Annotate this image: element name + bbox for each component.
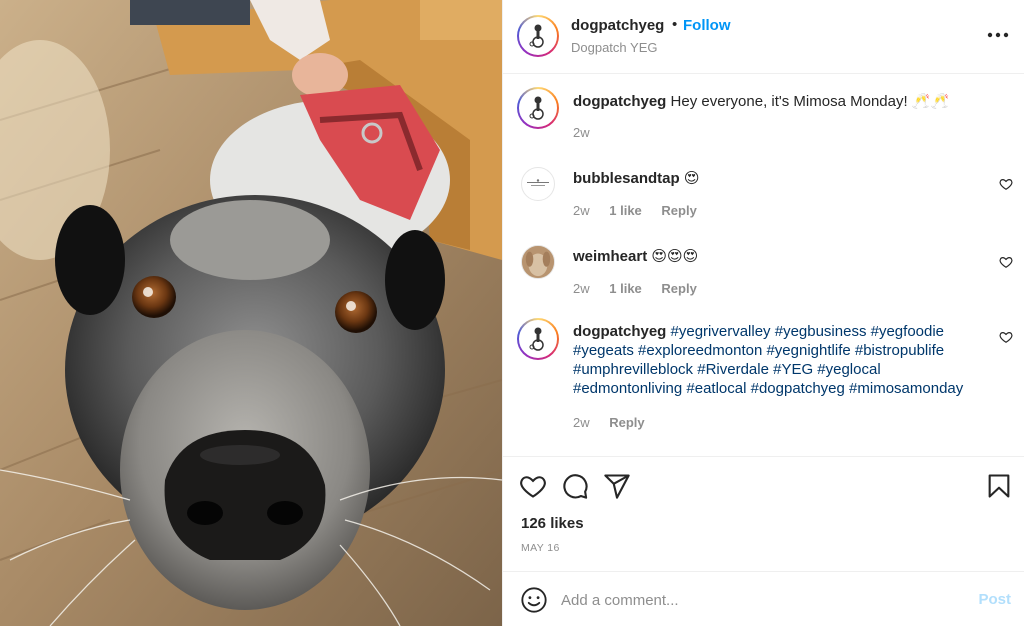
header-username[interactable]: dogpatchyeg (571, 17, 664, 34)
reply-button[interactable]: Reply (661, 203, 696, 218)
comment-text-line: bubblesandtap 😍 (573, 169, 973, 188)
comment-text-line: dogpatchyeg #yegrivervalley #yegbusiness… (573, 322, 983, 398)
more-options-button[interactable] (987, 24, 1009, 46)
dogpatch-logo-icon (529, 96, 544, 120)
commenter-avatar[interactable] (521, 245, 555, 279)
post-location[interactable]: Dogpatch YEG (571, 40, 657, 55)
post-header: dogpatchyeg • Follow Dogpatch YEG (503, 0, 1024, 74)
caption-text-line: dogpatchyeg Hey everyone, it's Mimosa Mo… (573, 92, 993, 111)
post-photo[interactable] (0, 0, 502, 626)
comment-username[interactable]: weimheart (573, 248, 647, 265)
weimaraner-photo-icon (522, 246, 554, 278)
reply-button[interactable]: Reply (609, 415, 644, 430)
comment-like-count[interactable]: 1 like (609, 281, 642, 296)
comment-input[interactable] (561, 586, 961, 614)
post-details-panel: dogpatchyeg • Follow Dogpatch YEG dogpat… (502, 0, 1024, 626)
dogpatch-logo-icon (529, 327, 544, 351)
comment-age[interactable]: 2w (573, 281, 590, 296)
comment-text-line: weimheart 😍😍😍 (573, 247, 973, 266)
comment-age[interactable]: 2w (573, 203, 590, 218)
comment-like-heart-icon[interactable] (999, 255, 1013, 269)
comment-like-count[interactable]: 1 like (609, 203, 642, 218)
comment-bubble-icon[interactable] (561, 472, 589, 500)
add-comment-bar: Post (503, 571, 1024, 626)
header-separator: • (672, 16, 678, 33)
caption-avatar[interactable] (517, 87, 559, 129)
comment-text: 😍😍😍 (651, 248, 699, 265)
heart-icon[interactable] (519, 472, 547, 500)
comment-username[interactable]: dogpatchyeg (573, 323, 666, 340)
reply-button[interactable]: Reply (661, 281, 696, 296)
likes-count[interactable]: 126 likes (521, 515, 584, 532)
comment-username[interactable]: dogpatchyeg (573, 93, 666, 110)
commenter-avatar[interactable] (521, 167, 555, 201)
comment-like-heart-icon[interactable] (999, 177, 1013, 191)
post-comment-button[interactable]: Post (978, 591, 1011, 608)
comments-list: dogpatchyeg Hey everyone, it's Mimosa Mo… (503, 75, 1024, 455)
comment-meta: 2w Reply (573, 415, 661, 430)
paper-plane-icon[interactable] (603, 472, 631, 500)
comment-username[interactable]: bubblesandtap (573, 170, 680, 187)
comment-age[interactable]: 2w (573, 415, 590, 430)
dog-photo-illustration (0, 0, 502, 626)
profile-avatar[interactable] (517, 15, 559, 57)
smiley-face-icon[interactable] (520, 586, 548, 614)
commenter-avatar[interactable] (517, 318, 559, 360)
post-actions-section: 126 likes MAY 16 (503, 456, 1024, 570)
follow-button[interactable]: Follow (683, 17, 731, 34)
bubbles-and-tap-logo-icon (527, 179, 549, 186)
comment-meta: 2w 1 like Reply (573, 281, 713, 296)
comment-meta: 2w (573, 125, 606, 140)
comment-text: Hey everyone, it's Mimosa Monday! 🥂🥂 (670, 93, 950, 110)
comment-text: 😍 (683, 170, 700, 187)
bookmark-icon[interactable] (985, 472, 1013, 500)
dogpatch-logo-icon (529, 24, 544, 48)
comment-meta: 2w 1 like Reply (573, 203, 713, 218)
post-date[interactable]: MAY 16 (521, 542, 560, 554)
comment-age[interactable]: 2w (573, 125, 590, 140)
more-options-icon (987, 32, 1009, 38)
comment-like-heart-icon[interactable] (999, 330, 1013, 344)
